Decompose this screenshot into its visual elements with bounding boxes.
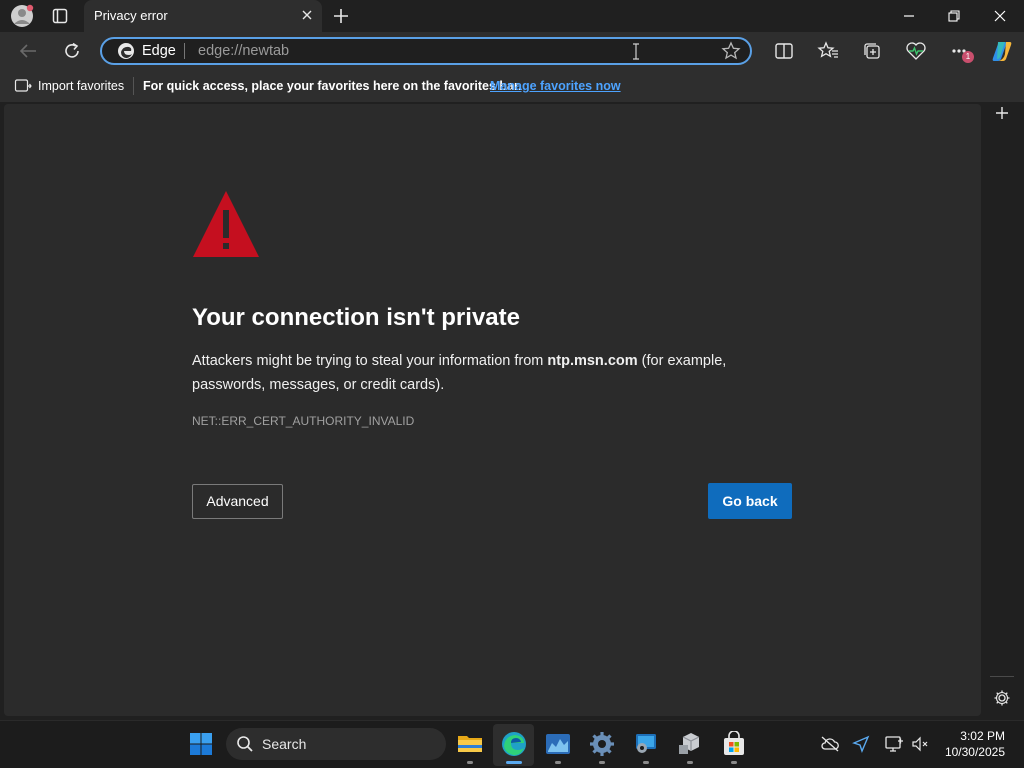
new-tab-icon[interactable] [332,7,350,25]
close-icon[interactable] [300,8,314,22]
windows-start-icon[interactable] [189,732,213,756]
edge-logo-icon [117,42,135,60]
host-name: ntp.msn.com [547,353,638,369]
store-icon[interactable] [721,730,747,757]
settings-app-indicator [599,761,605,764]
collections-icon[interactable] [862,41,882,61]
notification-badge: 1 [962,51,974,63]
package-app-icon[interactable] [677,731,703,757]
copilot-icon[interactable] [990,39,1014,63]
favorites-folder-icon [14,78,32,94]
rail-divider [990,676,1014,677]
tab-actions-icon[interactable] [52,8,68,24]
omnibox-divider [184,43,185,59]
advanced-button[interactable]: Advanced [192,484,283,519]
refresh-icon[interactable] [62,41,82,61]
package-app-indicator [687,761,693,764]
add-icon[interactable] [994,105,1010,121]
browser-essentials-icon[interactable] [905,41,927,61]
taskbar-search-box[interactable] [226,728,446,760]
text-cursor-icon [632,43,640,60]
favorites-hint-text: For quick access, place your favorites h… [143,79,522,93]
error-headline: Your connection isn't private [192,304,520,331]
explorer-running-indicator [467,761,473,764]
tab-privacy-error[interactable]: Privacy error [84,0,322,32]
description-prefix: Attackers might be trying to steal your … [192,353,548,369]
error-page [4,104,981,716]
manage-favorites-link[interactable]: Manage favorites now [490,79,621,93]
settings-taskbar-icon[interactable] [589,731,615,757]
display-icon[interactable] [884,735,904,753]
error-code[interactable]: NET::ERR_CERT_AUTHORITY_INVALID [192,414,414,428]
edge-active-indicator [506,761,522,764]
sidebar-rail [984,102,1024,718]
split-screen-icon[interactable] [774,42,794,60]
tab-title: Privacy error [94,8,168,23]
edge-taskbar-icon[interactable] [501,731,527,757]
warning-icon [192,190,260,258]
error-description: Attackers might be trying to steal your … [192,349,792,397]
store-app-indicator [731,761,737,764]
settings-gear-icon[interactable] [993,689,1011,707]
tool-app-icon[interactable] [633,732,659,756]
chart-app-icon[interactable] [545,733,571,755]
favorite-star-icon[interactable] [721,41,741,61]
search-placeholder: Search [262,736,307,752]
import-favorites-button[interactable]: Import favorites [38,79,124,93]
send-icon[interactable] [852,735,870,753]
window-close-icon[interactable] [993,9,1007,23]
cloud-off-icon[interactable] [820,736,840,752]
volume-muted-icon[interactable] [911,736,929,752]
search-icon [236,735,254,753]
favorites-divider [133,77,134,95]
taskbar-date[interactable]: 10/30/2025 [930,745,1005,759]
minimize-icon[interactable] [902,9,916,23]
profile-avatar-icon[interactable] [10,4,34,28]
taskbar-time[interactable]: 3:02 PM [930,729,1005,743]
favorites-icon[interactable] [817,41,839,61]
chart-app-indicator [555,761,561,764]
file-explorer-icon[interactable] [457,731,483,755]
url-text[interactable]: edge://newtab [198,43,289,59]
restore-icon[interactable] [947,9,961,23]
tool-app-indicator [643,761,649,764]
go-back-button[interactable]: Go back [708,483,792,519]
site-identity-label[interactable]: Edge [142,43,176,59]
back-icon[interactable] [18,42,38,60]
